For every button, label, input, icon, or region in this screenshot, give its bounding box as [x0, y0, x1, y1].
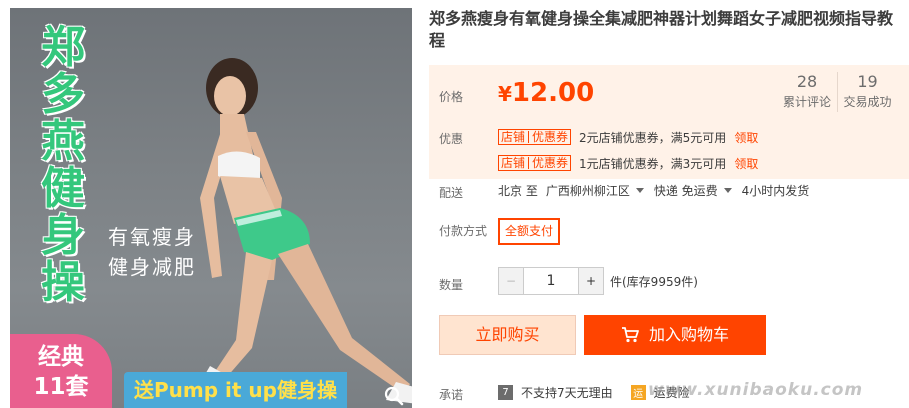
stat-transactions[interactable]: 19 交易成功 — [837, 72, 897, 112]
product-main-image[interactable]: 郑 多 燕 健 身 操 有氧瘦身 健身减肥 经典 11套 送Pump it up… — [10, 8, 412, 408]
zoom-icon[interactable] — [382, 384, 406, 408]
slogan-line: 有氧瘦身 — [108, 225, 196, 249]
tag-divider — [528, 131, 530, 143]
price-amount: 12.00 — [511, 78, 595, 108]
buy-now-button[interactable]: 立即购买 — [439, 315, 576, 355]
badge-line: 11套 — [33, 374, 89, 400]
ship-method-select[interactable]: 快递 免运费 — [654, 182, 718, 199]
slogan-line: 健身减肥 — [108, 255, 196, 279]
badge-line: 经典 — [38, 344, 84, 370]
no-7day-return-icon: 7 — [498, 385, 513, 400]
promise-text[interactable]: 不支持7天无理由 — [521, 384, 613, 401]
promise-label: 承诺 — [439, 388, 464, 402]
currency-symbol: ¥ — [498, 82, 512, 106]
quantity-increase-button[interactable]: + — [578, 267, 604, 295]
stat-label: 累计评论 — [782, 95, 831, 109]
price-label: 价格 — [439, 90, 464, 104]
coupon-tag-left: 店铺 — [501, 156, 526, 170]
cart-icon — [621, 327, 639, 343]
promo-label: 优惠 — [439, 132, 464, 146]
coupon-tag-right: 优惠券 — [532, 156, 569, 170]
payment-label: 付款方式 — [439, 224, 488, 238]
quantity-input[interactable]: 1 — [524, 267, 578, 295]
stat-value: 19 — [857, 72, 878, 91]
quantity-decrease-button[interactable]: − — [498, 267, 524, 295]
shipping-insurance-icon: 运 — [630, 385, 646, 400]
coupon-text: 2元店铺优惠券，满5元可用 — [579, 130, 727, 145]
claim-coupon-link[interactable]: 领取 — [734, 129, 758, 146]
image-vertical-title: 郑 多 燕 健 身 操 — [32, 24, 94, 306]
image-title-char: 燕 — [41, 116, 85, 167]
shipping-label: 配送 — [439, 186, 464, 200]
coupon-tag: 店铺 优惠券 — [498, 129, 572, 145]
coupon-tag-right: 优惠券 — [532, 130, 569, 144]
tag-divider — [528, 157, 530, 169]
price-value: ¥12.00 — [498, 78, 594, 108]
payment-option-full[interactable]: 全额支付 — [498, 218, 561, 245]
add-to-cart-button[interactable]: 加入购物车 — [584, 315, 766, 355]
coupon-row: 店铺 优惠券 2元店铺优惠券，满5元可用 领取 — [498, 128, 758, 146]
classic-sets-badge: 经典 11套 — [10, 334, 112, 408]
stat-label: 交易成功 — [843, 95, 892, 109]
stock-info: 件(库存9959件) — [610, 274, 698, 289]
chevron-down-icon[interactable] — [723, 188, 732, 193]
image-title-char: 操 — [41, 257, 85, 308]
ship-time: 4小时内发货 — [741, 184, 810, 198]
image-title-char: 多 — [41, 69, 85, 120]
image-slogan: 有氧瘦身 健身减肥 — [92, 222, 212, 282]
image-title-char: 郑 — [41, 22, 85, 73]
quantity-stepper: − 1 + 件(库存9959件) — [498, 267, 698, 295]
chevron-down-icon[interactable] — [635, 188, 644, 193]
stat-value: 28 — [796, 72, 818, 91]
price-promo-box: 价格 ¥12.00 28 累计评论 19 交易成功 优惠 店铺 优惠券 2元店铺优… — [429, 65, 909, 179]
ship-from: 北京 至 — [498, 184, 538, 198]
claim-coupon-link[interactable]: 领取 — [734, 155, 758, 172]
quantity-label: 数量 — [439, 278, 464, 292]
coupon-tag-left: 店铺 — [501, 130, 526, 144]
shipping-info: 北京 至 广西柳州柳江区 快递 免运费 4小时内发货 — [498, 182, 809, 199]
coupon-text: 1元店铺优惠券，满3元可用 — [579, 156, 727, 171]
bonus-banner: 送Pump it up健身操 — [124, 372, 347, 408]
product-info-panel: 郑多燕瘦身有氧健身操全集减肥神器计划舞蹈女子减肥视频指导教程 价格 ¥12.00… — [429, 8, 909, 402]
add-to-cart-label: 加入购物车 — [648, 325, 729, 344]
coupon-row: 店铺 优惠券 1元店铺优惠券，满3元可用 领取 — [498, 154, 758, 172]
ship-destination-select[interactable]: 广西柳州柳江区 — [546, 182, 630, 199]
site-watermark: www.xunibaoku.com — [648, 380, 864, 400]
product-title: 郑多燕瘦身有氧健身操全集减肥神器计划舞蹈女子减肥视频指导教程 — [429, 9, 894, 50]
image-title-char: 身 — [41, 210, 85, 261]
image-title-char: 健 — [41, 163, 85, 214]
sales-stats: 28 累计评论 19 交易成功 — [777, 72, 897, 112]
stat-reviews[interactable]: 28 累计评论 — [777, 72, 837, 112]
coupon-tag: 店铺 优惠券 — [498, 155, 572, 171]
